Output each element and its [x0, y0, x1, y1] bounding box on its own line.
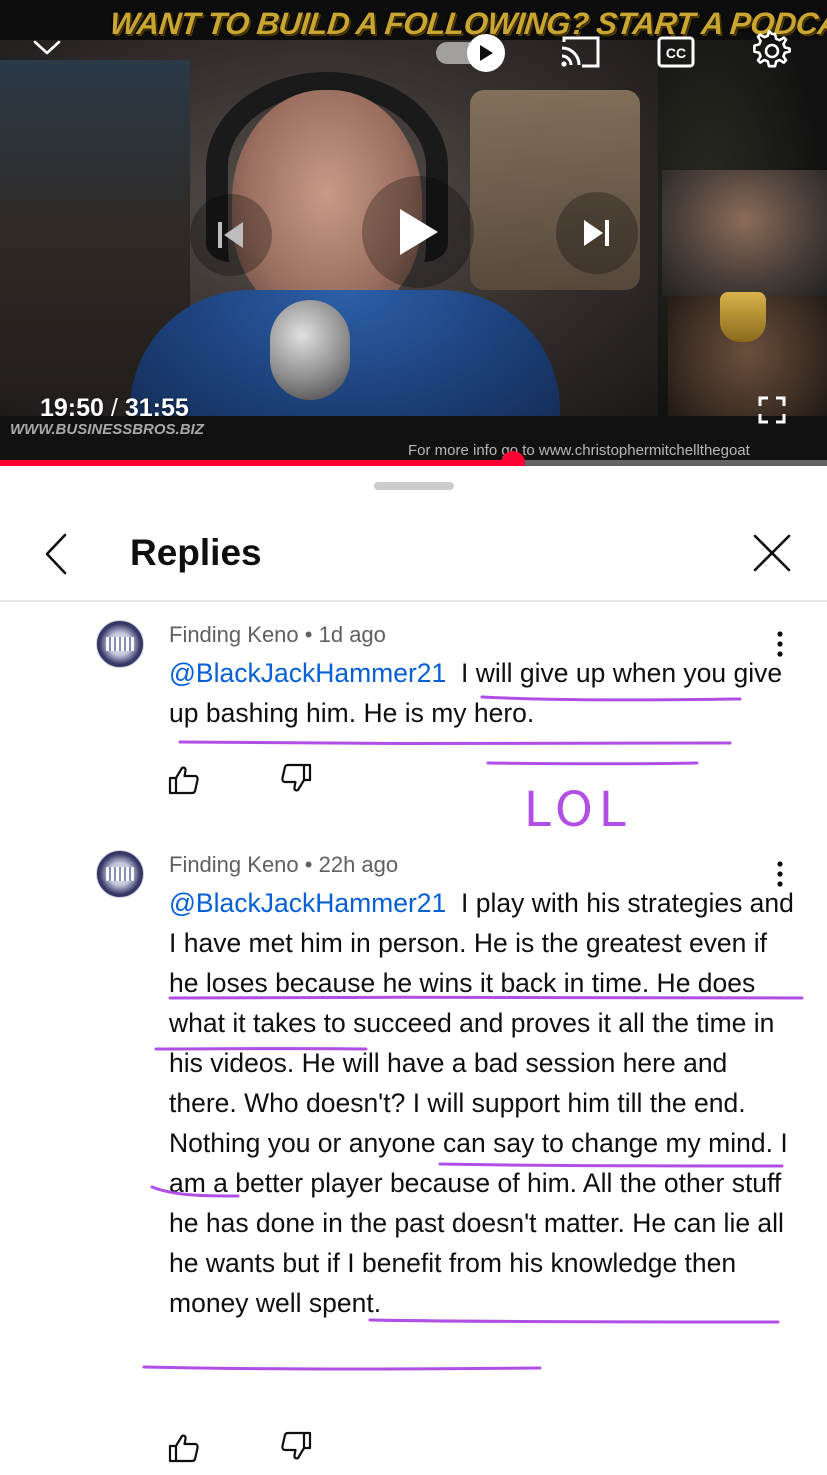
settings-button[interactable]	[748, 26, 796, 76]
autoplay-toggle[interactable]	[436, 34, 510, 72]
autoplay-toggle-icon	[480, 45, 493, 61]
comment-text: @BlackJackHammer21 I play with his strat…	[169, 883, 801, 1323]
time-separator: /	[110, 394, 118, 422]
cast-icon	[561, 36, 600, 68]
close-icon	[753, 534, 791, 572]
cast-button[interactable]	[556, 30, 604, 74]
fullscreen-button[interactable]	[752, 390, 792, 430]
next-icon	[584, 220, 609, 246]
comment-time: 1d ago	[318, 622, 386, 647]
thumbs-down-icon	[281, 763, 312, 792]
dislike-button[interactable]	[274, 756, 318, 800]
next-video-button[interactable]	[556, 192, 638, 274]
avatar[interactable]	[96, 620, 144, 668]
comment-meta: Finding Keno • 22h ago	[169, 852, 398, 878]
trophy	[720, 292, 766, 342]
thumbs-up-icon	[168, 766, 199, 795]
chevron-down-icon	[33, 40, 61, 55]
meta-separator: •	[304, 852, 313, 877]
mention-link[interactable]: @BlackJackHammer21	[169, 658, 446, 688]
video-info-text: For more info go to www.christophermitch…	[408, 442, 750, 459]
mention-link[interactable]: @BlackJackHammer21	[169, 888, 446, 918]
thumbs-down-icon	[281, 1431, 312, 1460]
video-timestamp: 19:50 / 31:55	[40, 394, 189, 423]
play-icon	[400, 209, 438, 255]
dislike-button[interactable]	[274, 1424, 318, 1468]
thumbs-up-icon	[168, 1434, 199, 1463]
meta-separator: •	[304, 622, 313, 647]
microphone	[270, 300, 350, 400]
current-time: 19:50	[40, 394, 104, 422]
progress-scrubber[interactable]	[500, 451, 525, 466]
comment-author[interactable]: Finding Keno	[169, 852, 299, 877]
back-button[interactable]	[34, 530, 78, 578]
replies-header: Replies	[0, 502, 827, 602]
like-button[interactable]	[162, 758, 206, 802]
comment-time: 22h ago	[318, 852, 399, 877]
comment-author[interactable]: Finding Keno	[169, 622, 299, 647]
svg-text:CC: CC	[666, 45, 686, 61]
like-button[interactable]	[162, 1426, 206, 1470]
previous-video-button[interactable]	[190, 194, 272, 276]
close-button[interactable]	[748, 528, 796, 578]
guest-camera-1	[662, 170, 827, 296]
video-player[interactable]: WANT TO BUILD A FOLLOWING? START A PODCA…	[0, 0, 827, 466]
total-duration: 31:55	[124, 394, 189, 422]
minimize-button[interactable]	[26, 28, 68, 68]
comment-meta: Finding Keno • 1d ago	[169, 622, 386, 648]
play-button[interactable]	[362, 176, 474, 288]
settings-gear-icon	[753, 30, 791, 68]
closed-captions-icon: CC	[657, 36, 695, 68]
comment-body: I play with his strategies and I have me…	[169, 888, 794, 1318]
previous-icon	[218, 222, 243, 248]
panel-title: Replies	[130, 532, 262, 573]
avatar[interactable]	[96, 850, 144, 898]
drag-handle[interactable]	[374, 482, 454, 490]
fullscreen-icon	[758, 396, 786, 424]
video-site-url: WWW.BUSINESSBROS.BIZ	[10, 421, 204, 438]
closed-captions-button[interactable]: CC	[656, 32, 696, 72]
comment-text: @BlackJackHammer21 I will give up when y…	[169, 653, 801, 733]
back-arrow-icon	[45, 533, 67, 575]
